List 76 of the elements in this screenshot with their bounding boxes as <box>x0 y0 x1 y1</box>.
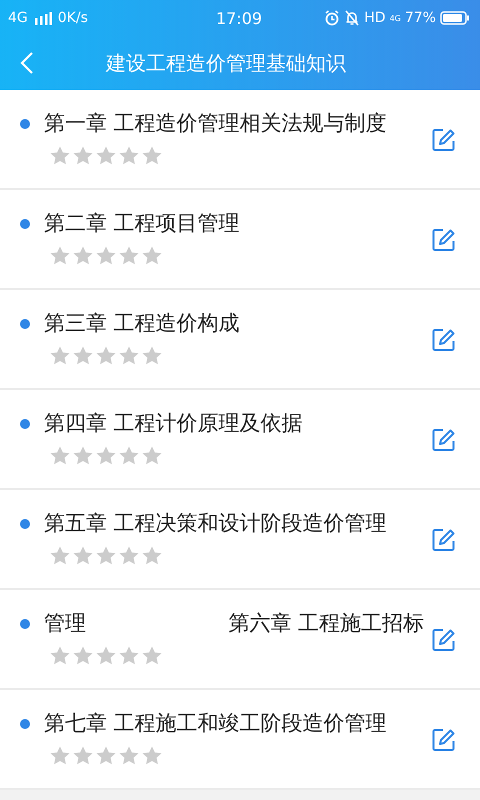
bullet-icon <box>20 319 30 329</box>
chapter-item[interactable]: 第二章 工程项目管理 <box>0 190 480 290</box>
star-icon <box>50 346 70 365</box>
chapter-title: 第二章 工程项目管理 <box>44 210 240 236</box>
star-icon <box>96 546 116 565</box>
back-icon[interactable] <box>20 51 34 75</box>
star-icon <box>73 646 93 665</box>
star-icon <box>50 246 70 265</box>
star-icon <box>142 546 162 565</box>
star-icon <box>50 446 70 465</box>
edit-icon[interactable] <box>432 728 456 752</box>
chapter-title: 第一章 工程造价管理相关法规与制度 <box>44 110 387 136</box>
hd-label: HD <box>364 10 386 26</box>
chapter-title: 管理 <box>44 610 86 636</box>
star-icon <box>73 546 93 565</box>
star-icon <box>73 346 93 365</box>
star-icon <box>142 646 162 665</box>
star-icon <box>96 446 116 465</box>
chapter-item[interactable]: 第三章 工程造价构成 <box>0 290 480 390</box>
bullet-icon <box>20 619 30 629</box>
star-icon <box>119 246 139 265</box>
chapter-item[interactable]: 第一章 工程造价管理相关法规与制度 <box>0 90 480 190</box>
clock: 17:09 <box>216 8 262 28</box>
chapter-title: 第三章 工程造价构成 <box>44 310 240 336</box>
star-icon <box>142 746 162 765</box>
chapter-title: 第六章 工程施工招标 <box>228 610 424 636</box>
chapter-title: 第七章 工程施工和竣工阶段造价管理 <box>44 710 387 736</box>
page-title: 建设工程造价管理基础知识 <box>106 50 346 76</box>
edit-icon[interactable] <box>432 628 456 652</box>
bullet-icon <box>20 719 30 729</box>
edit-icon[interactable] <box>432 528 456 552</box>
chapter-item[interactable]: 管理 第六章 工程施工招标 <box>0 590 480 690</box>
network-label: 4G <box>8 10 28 26</box>
bullet-icon <box>20 219 30 229</box>
chapter-item[interactable]: 第四章 工程计价原理及依据 <box>0 390 480 490</box>
star-icon <box>96 646 116 665</box>
star-icon <box>142 246 162 265</box>
star-icon <box>96 246 116 265</box>
star-icon <box>142 446 162 465</box>
star-icon <box>142 346 162 365</box>
star-icon <box>96 146 116 165</box>
bell-off-icon <box>344 10 360 26</box>
speed-label: 0K/s <box>58 10 88 26</box>
star-icon <box>50 546 70 565</box>
edit-icon[interactable] <box>432 128 456 152</box>
star-icon <box>96 346 116 365</box>
chapter-item[interactable]: 第七章 工程施工和竣工阶段造价管理 <box>0 690 480 790</box>
battery-label: 77% <box>404 10 436 26</box>
bullet-icon <box>20 519 30 529</box>
star-icon <box>119 446 139 465</box>
star-icon <box>73 746 93 765</box>
alarm-icon <box>324 10 340 26</box>
edit-icon[interactable] <box>432 428 456 452</box>
star-icon <box>142 146 162 165</box>
star-icon <box>50 146 70 165</box>
star-icon <box>119 746 139 765</box>
star-icon <box>73 246 93 265</box>
chapter-title: 第五章 工程决策和设计阶段造价管理 <box>44 510 387 536</box>
star-icon <box>50 746 70 765</box>
bullet-icon <box>20 119 30 129</box>
star-icon <box>73 446 93 465</box>
edit-icon[interactable] <box>432 228 456 252</box>
star-icon <box>119 646 139 665</box>
battery-icon <box>440 11 470 25</box>
signal-icon <box>34 12 52 24</box>
star-icon <box>50 646 70 665</box>
star-icon <box>119 146 139 165</box>
network-small-label: 4G <box>390 14 401 23</box>
star-icon <box>119 346 139 365</box>
star-icon <box>73 146 93 165</box>
chapter-title: 第四章 工程计价原理及依据 <box>44 410 303 436</box>
chapter-item[interactable]: 第五章 工程决策和设计阶段造价管理 <box>0 490 480 590</box>
star-icon <box>96 746 116 765</box>
edit-icon[interactable] <box>432 328 456 352</box>
star-icon <box>119 546 139 565</box>
bullet-icon <box>20 419 30 429</box>
